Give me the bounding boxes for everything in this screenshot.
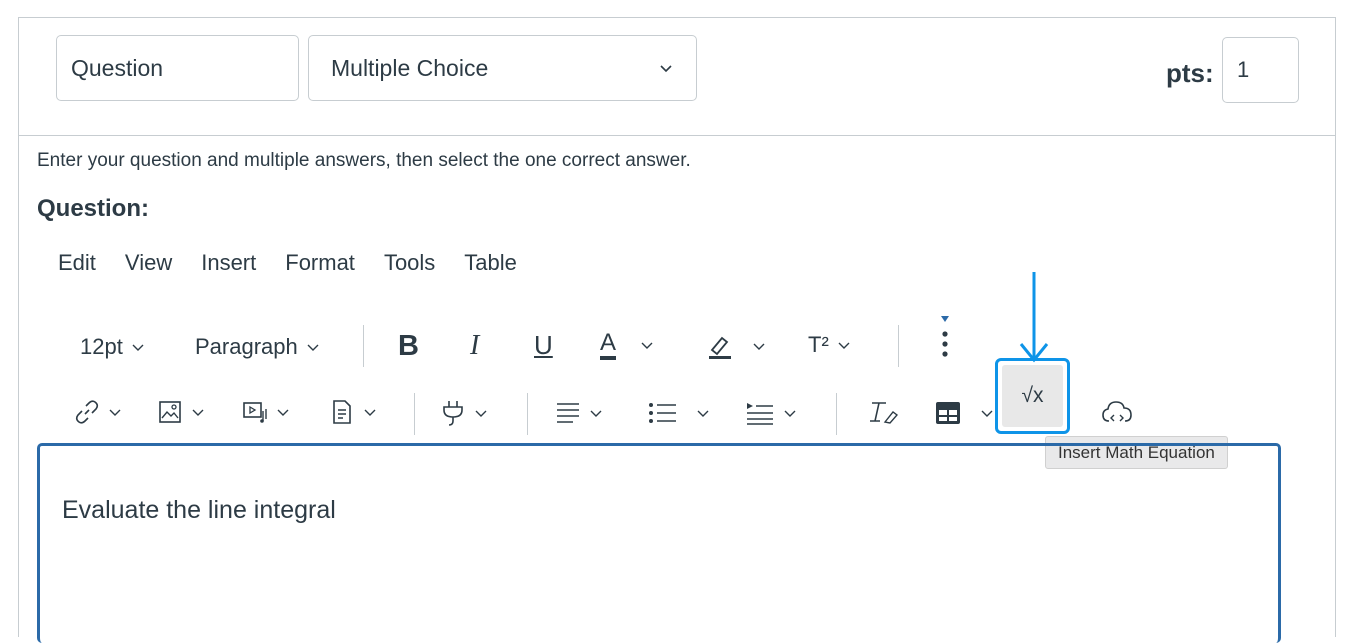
apps-button[interactable] (440, 399, 488, 427)
media-icon (243, 402, 267, 423)
menu-insert[interactable]: Insert (201, 250, 256, 276)
indent-icon (747, 403, 773, 425)
chevron-down-icon (307, 344, 319, 351)
chevron-down-icon (660, 65, 672, 73)
highlighter-icon (709, 336, 731, 359)
block-format-dropdown[interactable]: Paragraph (195, 334, 320, 360)
more-icon (941, 316, 949, 357)
indent-button[interactable] (745, 401, 797, 425)
chevron-down-icon (132, 344, 144, 351)
embed-button[interactable] (1101, 399, 1133, 427)
image-icon (159, 401, 181, 423)
menu-edit[interactable]: Edit (58, 250, 96, 276)
menu-tools[interactable]: Tools (384, 250, 435, 276)
editor-menubar: Edit View Insert Format Tools Table (58, 250, 546, 276)
toolbar-divider (414, 393, 415, 435)
list-button[interactable] (648, 401, 710, 425)
menu-format[interactable]: Format (285, 250, 355, 276)
instruction-text: Enter your question and multiple answers… (37, 150, 691, 171)
chevron-down-icon (277, 409, 289, 416)
chevron-down-icon (475, 410, 487, 417)
question-label: Question: (37, 195, 149, 222)
chevron-down-icon (109, 409, 121, 416)
bold-label: B (398, 330, 419, 362)
document-button[interactable] (329, 399, 377, 425)
chevron-down-icon (697, 410, 709, 417)
cloud-embed-icon (1102, 401, 1132, 422)
font-size-value: 12pt (80, 334, 123, 359)
highlight-color-button[interactable] (706, 332, 766, 360)
question-type-value: Multiple Choice (331, 54, 489, 81)
superscript-label: T² (808, 332, 829, 357)
more-tools-button[interactable] (936, 312, 954, 362)
points-label: pts: (1166, 58, 1214, 88)
text-color-label: A (600, 330, 617, 360)
table-icon (936, 402, 960, 424)
align-icon (557, 403, 579, 423)
question-name-input[interactable] (56, 35, 299, 101)
underline-label: U (534, 330, 553, 360)
table-button[interactable] (934, 400, 994, 426)
chevron-down-icon (838, 342, 850, 349)
toolbar-divider (363, 325, 364, 367)
text-color-button[interactable]: A (600, 330, 654, 360)
italic-label: I (470, 330, 480, 361)
points-input[interactable] (1222, 37, 1299, 103)
plug-icon (443, 401, 463, 426)
link-icon (75, 400, 99, 424)
chevron-down-icon (753, 343, 765, 350)
block-format-value: Paragraph (195, 334, 298, 359)
document-icon (333, 400, 351, 424)
question-header: Multiple Choice pts: (19, 18, 1335, 136)
question-type-select[interactable]: Multiple Choice (308, 35, 697, 101)
image-button[interactable] (157, 399, 205, 425)
chevron-down-icon (590, 410, 602, 417)
chevron-down-icon (981, 410, 993, 417)
toolbar-divider (898, 325, 899, 367)
down-arrow-icon (1019, 272, 1049, 363)
clear-formatting-button[interactable] (868, 400, 898, 426)
editor-content[interactable]: Evaluate the line integral (62, 496, 336, 525)
clear-format-icon (870, 402, 898, 424)
chevron-down-icon (192, 409, 204, 416)
bold-button[interactable]: B (398, 330, 419, 363)
italic-button[interactable]: I (470, 330, 479, 362)
font-size-dropdown[interactable]: 12pt (80, 334, 145, 360)
math-icon: √x (1002, 365, 1063, 427)
rich-text-editor[interactable]: Evaluate the line integral (37, 443, 1281, 643)
media-button[interactable] (242, 399, 290, 425)
align-button[interactable] (555, 401, 603, 425)
link-button[interactable] (74, 399, 122, 425)
toolbar-divider (836, 393, 837, 435)
menu-view[interactable]: View (125, 250, 172, 276)
chevron-down-icon (364, 409, 376, 416)
menu-table[interactable]: Table (464, 250, 517, 276)
insert-math-button[interactable]: √x (995, 358, 1070, 434)
chevron-down-icon (784, 410, 796, 417)
list-icon (649, 403, 676, 423)
superscript-button[interactable]: T² (808, 332, 851, 358)
toolbar-divider (527, 393, 528, 435)
chevron-down-icon (641, 342, 653, 349)
underline-button[interactable]: U (534, 330, 553, 361)
